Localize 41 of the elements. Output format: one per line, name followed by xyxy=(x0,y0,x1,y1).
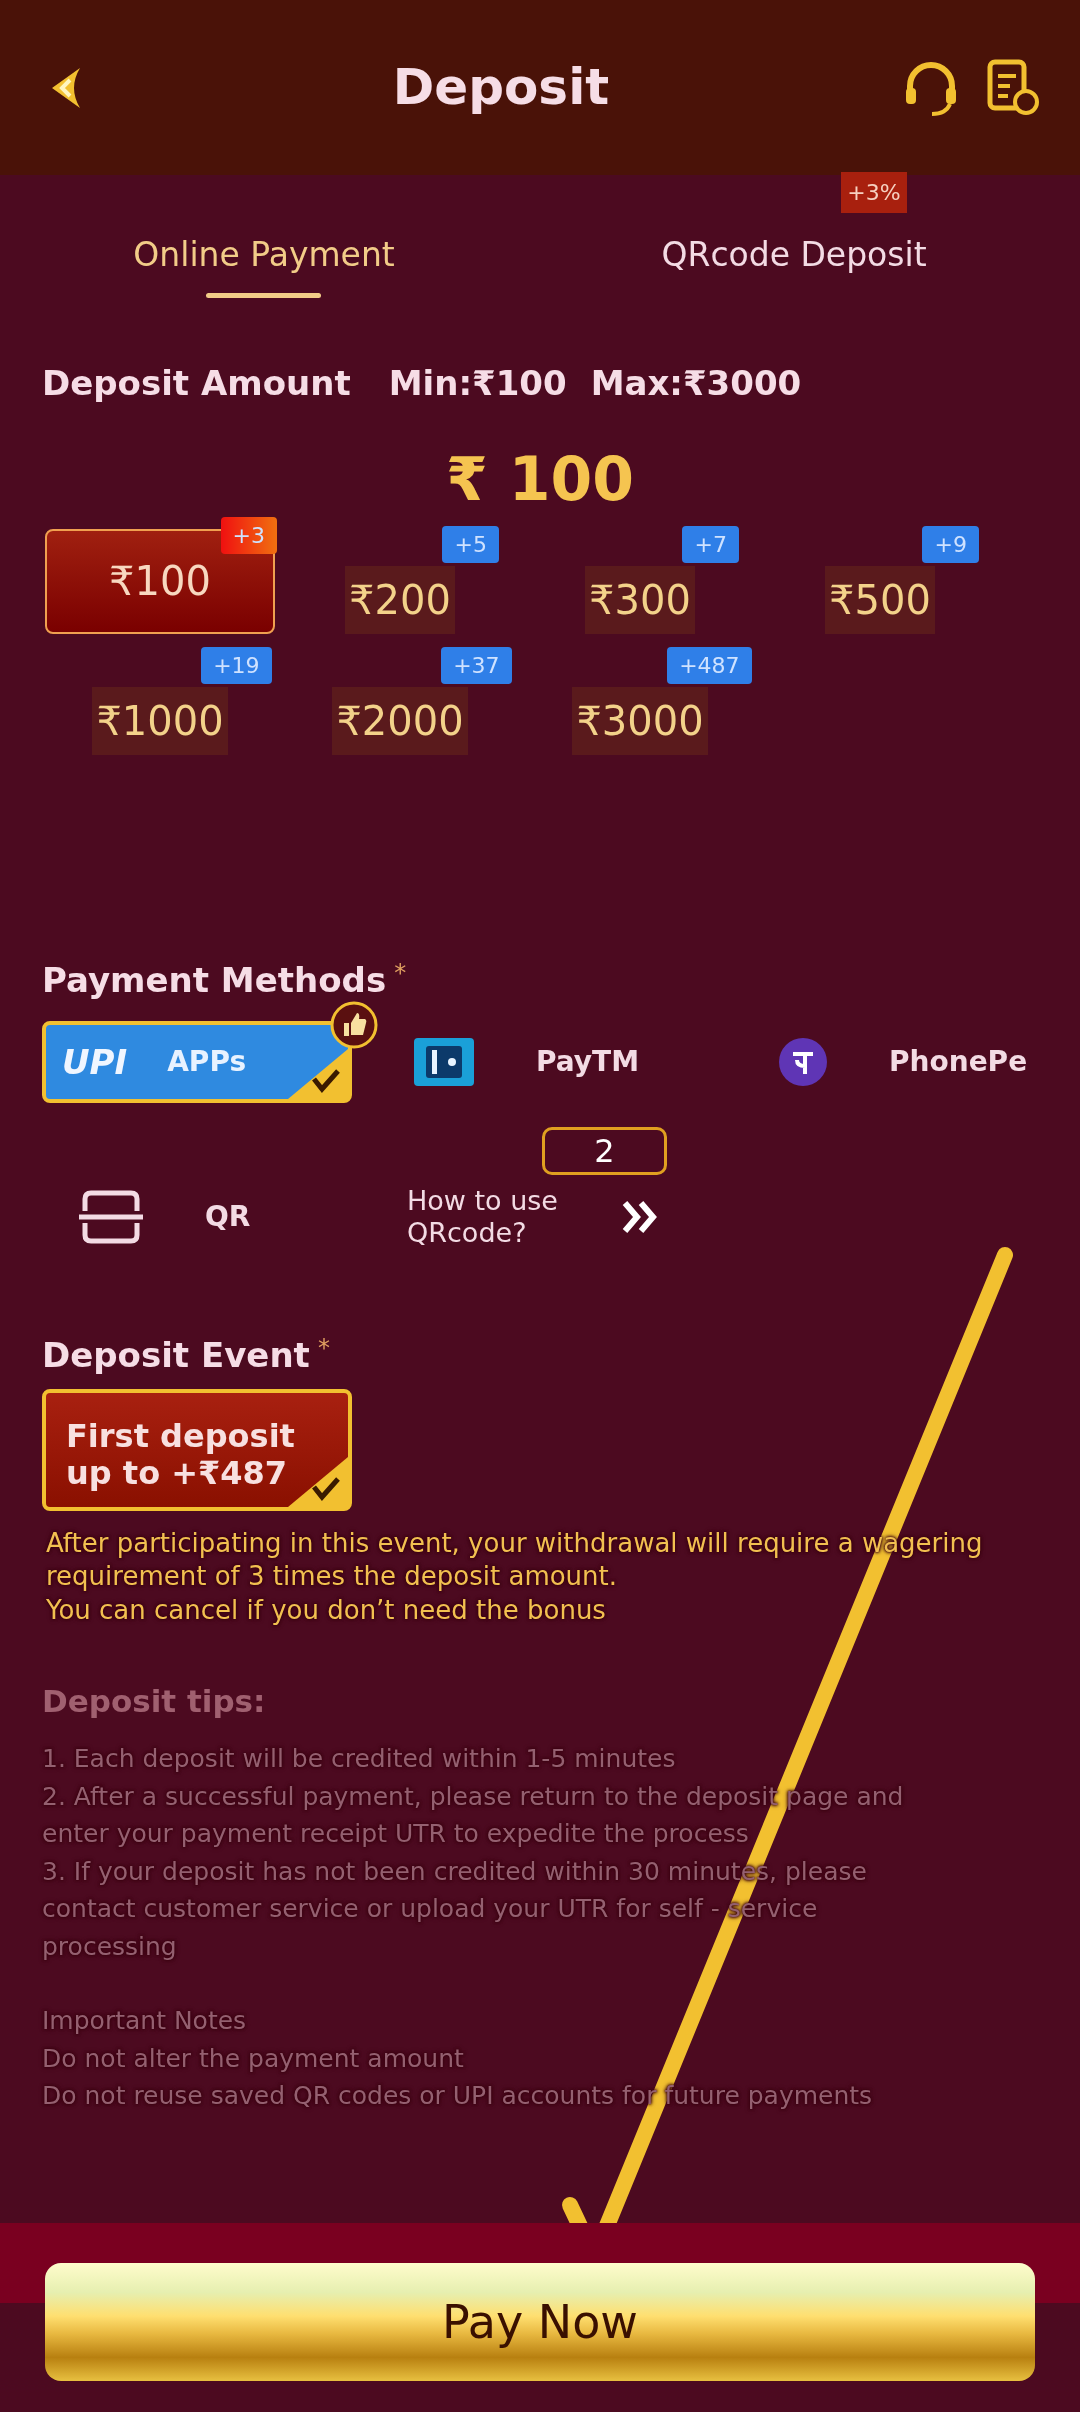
bonus-badge: +487 xyxy=(667,646,752,684)
payment-method[interactable]: PayTM xyxy=(412,1019,640,1105)
bonus-badge: +3% xyxy=(841,172,907,213)
section-label: Deposit Event xyxy=(42,1333,310,1377)
bonus-badge: +19 xyxy=(201,646,272,684)
page-title: Deposit xyxy=(392,57,610,118)
bonus-badge: +9 xyxy=(922,525,979,563)
amount-option[interactable]: ₹300 xyxy=(585,565,695,634)
bonus-badge: +37 xyxy=(441,646,512,684)
note-text: Do not alter the payment amount xyxy=(42,2042,465,2075)
required-mark: * xyxy=(394,957,407,989)
upi-logo: UPI xyxy=(62,1040,128,1084)
bonus-badge: +5 xyxy=(442,525,499,563)
count-badge: 2 xyxy=(542,1126,667,1175)
check-icon xyxy=(288,1049,348,1099)
amount-option[interactable]: ₹2000 xyxy=(332,686,468,755)
min-amount: Min:₹100 xyxy=(388,361,567,405)
amount-option[interactable]: ₹200 xyxy=(345,565,455,634)
pay-now-button[interactable]: Pay Now xyxy=(45,2263,1035,2381)
event-note: You can cancel if you don’t need the bonus xyxy=(46,1594,607,1628)
event-option[interactable]: First deposit up to +₹487 xyxy=(42,1388,352,1511)
amount-value: ₹ 100 xyxy=(446,442,634,516)
tip-text: 1. Each deposit will be credited within 1-5 minutes xyxy=(42,1743,677,1776)
section-label: Payment Methods xyxy=(42,958,387,1002)
chevrons-icon[interactable] xyxy=(621,1199,659,1235)
tips-title: Deposit tips: xyxy=(42,1681,267,1721)
bonus-badge: +7 xyxy=(682,525,739,563)
tab[interactable]: Online Payment xyxy=(133,230,395,298)
payment-method[interactable]: QR xyxy=(77,1174,251,1260)
circle-logo-icon xyxy=(777,1036,829,1088)
section-label: Deposit Amount xyxy=(42,361,351,405)
amount-option[interactable]: ₹3000 xyxy=(572,686,708,755)
payment-method[interactable]: PhonePe xyxy=(777,1019,1028,1105)
max-amount: Max:₹3000 xyxy=(590,361,802,405)
check-icon xyxy=(288,1456,348,1507)
bonus-badge: +3 xyxy=(220,516,277,554)
help-link[interactable]: How to use QRcode? xyxy=(407,1184,597,1250)
amount-option[interactable]: ₹1000 xyxy=(92,686,228,755)
required-mark: * xyxy=(317,1332,330,1364)
notes-title: Important Notes xyxy=(42,2005,248,2038)
amount-option[interactable]: ₹500 xyxy=(825,565,935,634)
